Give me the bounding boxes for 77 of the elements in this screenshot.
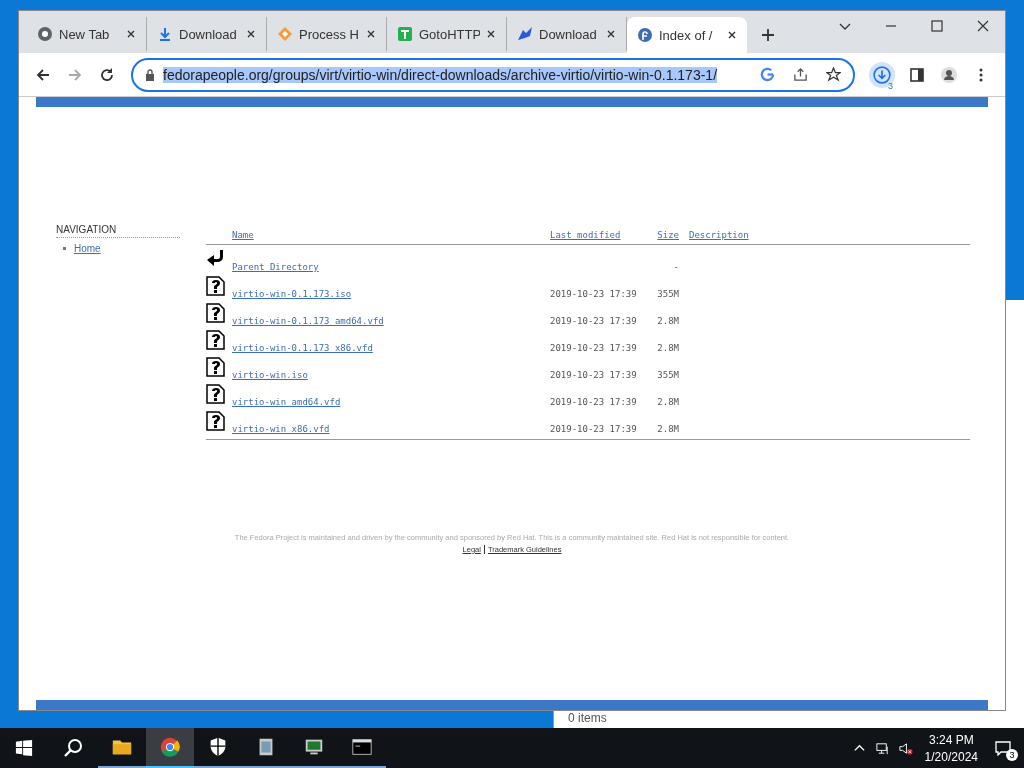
- unknown-file-icon: [206, 275, 226, 297]
- close-icon[interactable]: [246, 29, 256, 39]
- google-icon[interactable]: [760, 67, 775, 82]
- tab-icon: [637, 27, 653, 43]
- close-icon[interactable]: [486, 29, 496, 39]
- share-icon[interactable]: [793, 67, 808, 82]
- volume-muted-icon[interactable]: [897, 740, 913, 756]
- close-icon[interactable]: [126, 29, 136, 39]
- tab-icon: [397, 26, 413, 42]
- tab-icon: [37, 26, 53, 42]
- file-size: 2.8M: [657, 424, 679, 436]
- downloads-button[interactable]: 3: [869, 61, 895, 88]
- modified-date: 2019-10-23 17:39: [550, 289, 638, 301]
- download-icon: [873, 65, 891, 84]
- unknown-file-icon: [206, 356, 226, 378]
- profile-icon[interactable]: [941, 66, 957, 83]
- file-link[interactable]: virtio-win_x86.vfd: [232, 424, 550, 436]
- file-link[interactable]: Parent Directory: [232, 262, 550, 274]
- file-link[interactable]: virtio-win_amd64.vfd: [232, 397, 550, 409]
- lock-icon: [145, 68, 155, 81]
- star-icon[interactable]: [826, 67, 841, 82]
- file-size: 355M: [657, 370, 679, 382]
- back-icon[interactable]: [35, 66, 51, 83]
- unknown-file-icon: [206, 410, 226, 432]
- notifications-button[interactable]: 3: [988, 733, 1018, 763]
- file-size: -: [672, 262, 679, 274]
- browser-tab[interactable]: Download: [147, 17, 267, 51]
- tab-icon: [277, 26, 293, 42]
- modified-date: 2019-10-23 17:39: [550, 316, 638, 328]
- browser-tab[interactable]: GotoHTTP: [387, 17, 507, 51]
- address-bar[interactable]: fedorapeople.org/groups/virt/virtio-win/direct-downloads/archive-virtio/virtio-win-0.1.173-1/: [131, 57, 855, 92]
- navigation-heading: NAVIGATION: [56, 224, 180, 238]
- file-size: 2.8M: [657, 397, 679, 409]
- file-size: 355M: [657, 289, 679, 301]
- close-icon[interactable]: [606, 29, 616, 39]
- column-header-link[interactable]: Description: [679, 230, 970, 242]
- file-size: 2.8M: [657, 316, 679, 328]
- modified-date: 2019-10-23 17:39: [550, 424, 638, 436]
- search-icon[interactable]: [63, 738, 83, 758]
- modified-date: 2019-10-23 17:39: [550, 343, 638, 355]
- browser-tab[interactable]: New Tab: [27, 17, 147, 51]
- clock[interactable]: 3:24 PM 1/20/2024: [924, 732, 978, 764]
- file-link[interactable]: virtio-win.iso: [232, 370, 550, 382]
- close-icon[interactable]: [366, 29, 376, 39]
- windows-start-icon[interactable]: [15, 739, 33, 757]
- column-header-link[interactable]: Size: [657, 230, 679, 242]
- bullet-icon: [63, 247, 66, 250]
- close-icon[interactable]: [977, 20, 989, 32]
- tab-icon: [517, 26, 533, 42]
- status-text: 0 items: [568, 711, 607, 725]
- unknown-file-icon: [206, 383, 226, 405]
- time-text: 3:24 PM: [928, 732, 974, 747]
- file-size: 2.8M: [657, 343, 679, 355]
- column-header-link[interactable]: Last modified: [550, 230, 657, 242]
- browser-tab[interactable]: Index of /: [627, 17, 747, 53]
- file-link[interactable]: virtio-win-0.1.173_x86.vfd: [232, 343, 550, 355]
- browser-icon: [159, 736, 181, 758]
- network-icon[interactable]: [874, 740, 890, 756]
- file-link[interactable]: virtio-win-0.1.173_amd64.vfd: [232, 316, 550, 328]
- date-text: 1/20/2024: [924, 749, 978, 764]
- taskbar-button[interactable]: [146, 728, 194, 768]
- reload-icon[interactable]: [99, 66, 115, 83]
- unknown-file-icon: [206, 329, 226, 351]
- home-link[interactable]: Home: [74, 243, 101, 254]
- terminal-icon: [351, 736, 373, 758]
- browser-tab[interactable]: Process H: [267, 17, 387, 51]
- unknown-file-icon: [206, 302, 226, 324]
- tab-icon: [157, 26, 173, 42]
- file-link[interactable]: virtio-win-0.1.173.iso: [232, 289, 550, 301]
- modified-date: 2019-10-23 17:39: [550, 370, 638, 382]
- modified-date: 2019-10-23 17:39: [550, 397, 638, 409]
- column-header-link[interactable]: Name: [232, 230, 550, 242]
- new-tab-icon[interactable]: [761, 28, 775, 42]
- side-panel-icon[interactable]: [909, 66, 925, 83]
- maximize-icon[interactable]: [931, 20, 943, 32]
- notification-icon: [995, 740, 1011, 756]
- close-icon[interactable]: [727, 30, 737, 40]
